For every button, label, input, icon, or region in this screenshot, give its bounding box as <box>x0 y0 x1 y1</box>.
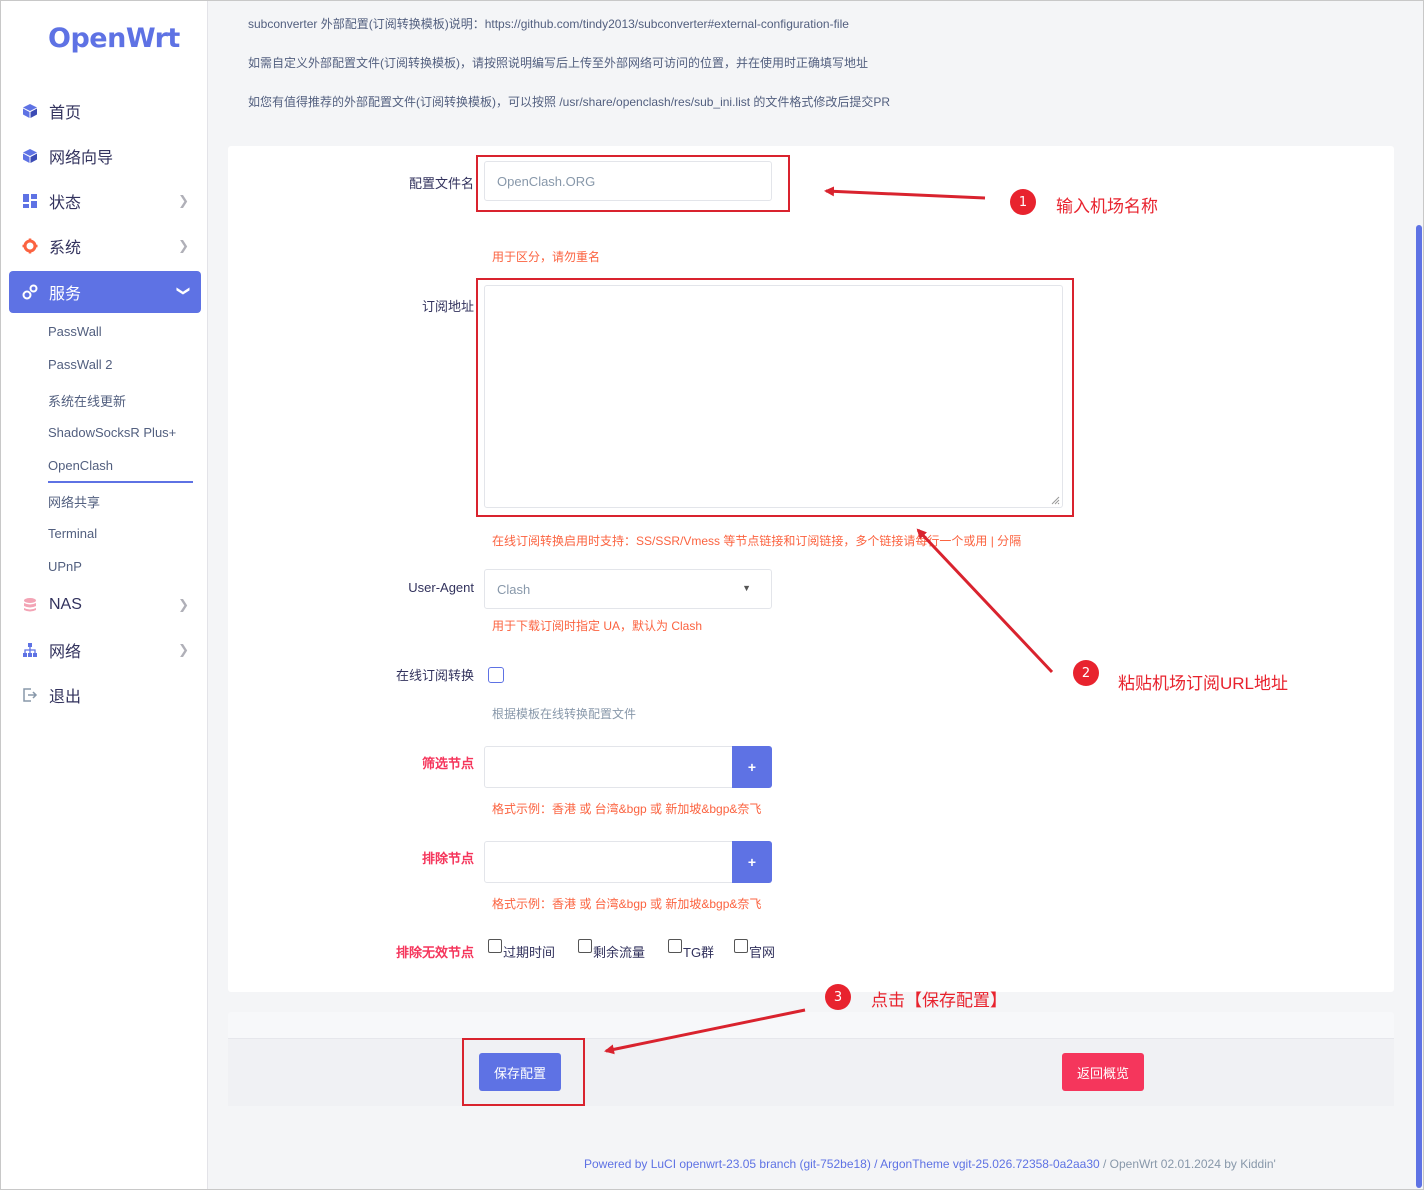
arrow-2 <box>916 528 1054 674</box>
step-text-1: 输入机场名称 <box>1056 197 1158 216</box>
step-number-1: 1 <box>1010 189 1036 215</box>
step-number-3: 3 <box>825 984 851 1010</box>
annotation-arrows <box>604 186 1054 1055</box>
arrow-3 <box>604 1008 806 1055</box>
step-number-2: 2 <box>1073 660 1099 686</box>
arrow-1 <box>824 186 986 200</box>
step-text-2: 粘贴机场订阅URL地址 <box>1118 674 1289 693</box>
step-text-3: 点击【保存配置】 <box>871 991 1007 1010</box>
